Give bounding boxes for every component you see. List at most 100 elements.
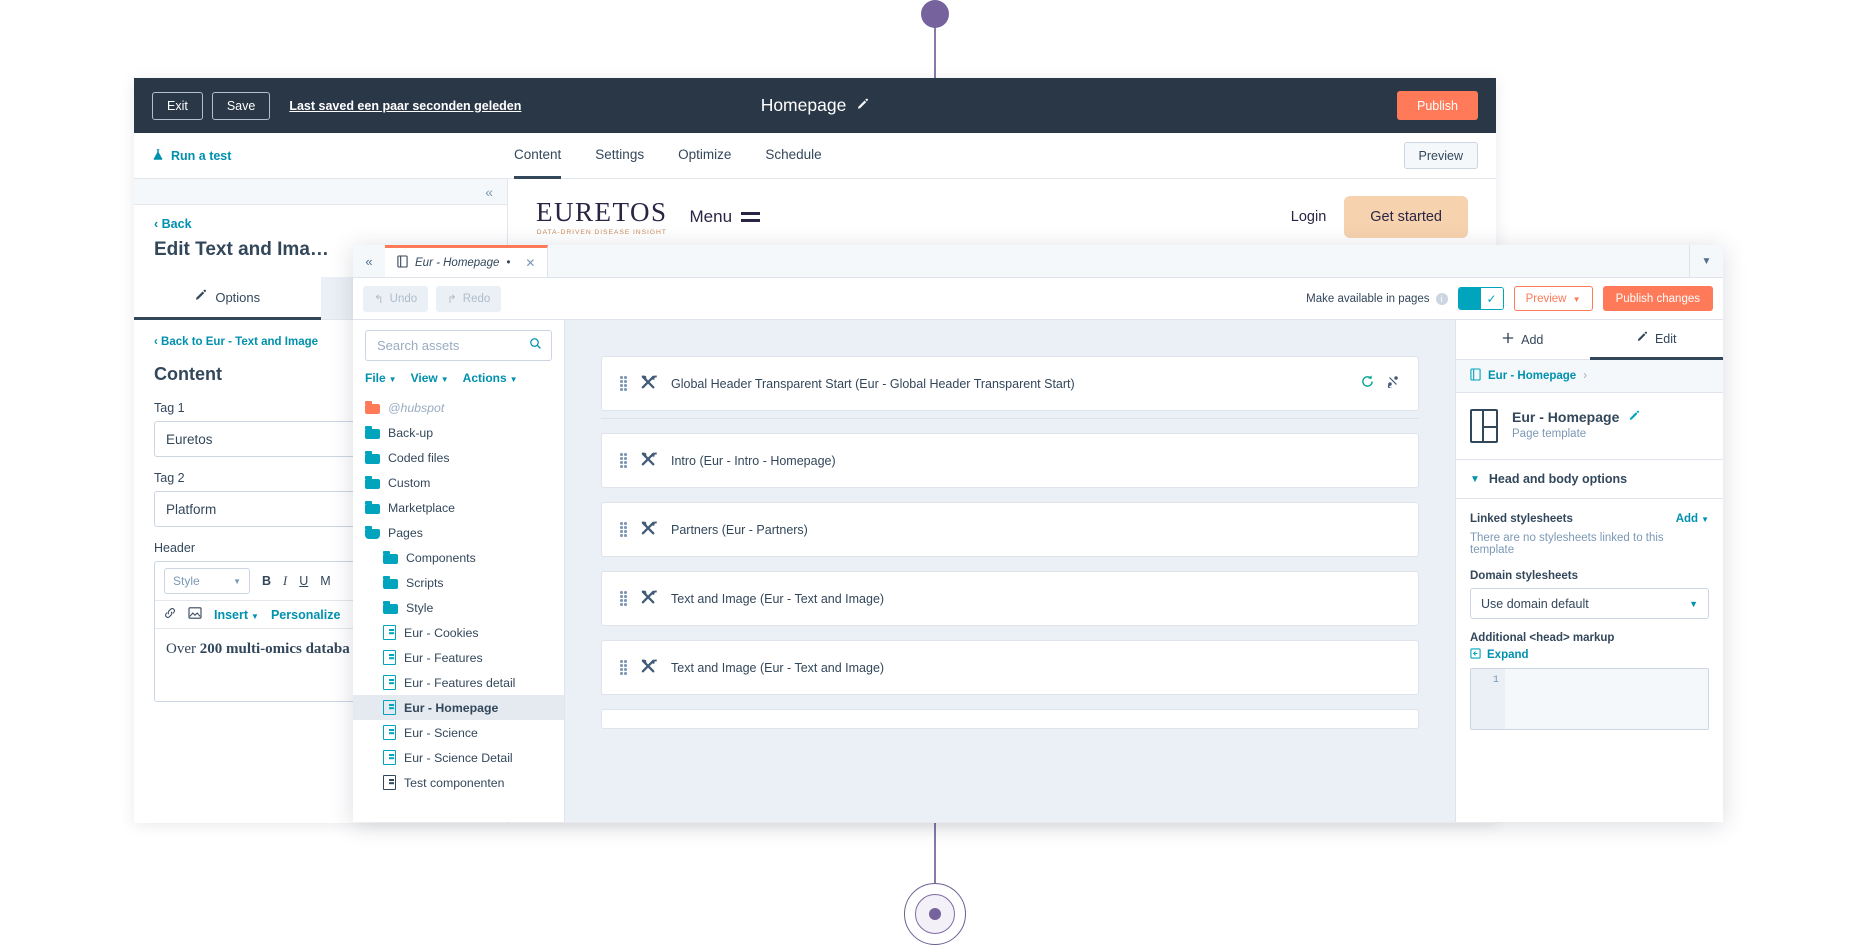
site-menu-button[interactable]: Menu — [690, 207, 761, 227]
module-label: Global Header Transparent Start (Eur - G… — [671, 376, 1075, 391]
domain-stylesheets-select[interactable]: Use domain default ▼ — [1470, 588, 1709, 619]
asset-tree-menus: File ▼ View ▼ Actions ▼ — [353, 371, 564, 395]
tree-item-coded-files[interactable]: Coded files — [353, 445, 564, 470]
design-manager-preview-button[interactable]: Preview ▼ — [1513, 286, 1593, 311]
tree-item-marketplace[interactable]: Marketplace — [353, 495, 564, 520]
asset-file-tree: File▼ View▼ Actions▼ @hubspot Back-up Co… — [353, 320, 565, 822]
module-row-partial[interactable] — [601, 709, 1419, 729]
tab-settings[interactable]: Settings — [595, 133, 644, 179]
rte-more-button[interactable]: M — [320, 574, 330, 588]
code-input-area[interactable] — [1505, 669, 1708, 729]
rte-style-select[interactable]: Style ▼ — [164, 568, 250, 594]
drag-handle-icon[interactable] — [620, 376, 627, 391]
sidebar-collapse-button[interactable]: « — [134, 179, 507, 205]
template-card: Eur - Homepage Page template — [1456, 393, 1723, 460]
menu-file[interactable]: File ▼ — [365, 371, 397, 385]
tab-optimize[interactable]: Optimize — [678, 133, 731, 179]
module-row-partners[interactable]: Partners (Eur - Partners) — [601, 502, 1419, 557]
module-row-text-and-image-2[interactable]: Text and Image (Eur - Text and Image) — [601, 640, 1419, 695]
preview-button[interactable]: Preview — [1403, 142, 1478, 169]
tab-schedule[interactable]: Schedule — [765, 133, 821, 179]
chevron-down-icon[interactable]: ▼ — [1689, 245, 1723, 277]
pencil-icon[interactable] — [856, 98, 869, 114]
refresh-icon[interactable] — [1361, 374, 1374, 393]
tree-item-label: Eur - Science Detail — [404, 750, 513, 765]
exit-button[interactable]: Exit — [152, 91, 203, 120]
rte-underline-button[interactable]: U — [299, 574, 308, 588]
tabbar-filler — [548, 245, 1689, 277]
euretos-logo[interactable]: EURETOS DATA-DRIVEN DISEASE INSIGHT — [536, 198, 668, 236]
expand-head-markup-button[interactable]: Expand — [1470, 648, 1709, 662]
tree-item-eur-features-detail[interactable]: Eur - Features detail — [353, 670, 564, 695]
tree-item-scripts[interactable]: Scripts — [353, 570, 564, 595]
publish-changes-button[interactable]: Publish changes — [1602, 286, 1713, 311]
last-saved-status[interactable]: Last saved een paar seconden geleden — [289, 99, 521, 113]
tree-item-components[interactable]: Components — [353, 545, 564, 570]
tree-item-eur-cookies[interactable]: Eur - Cookies — [353, 620, 564, 645]
inspector-tab-add[interactable]: Add — [1456, 320, 1590, 359]
inspector-tabs: Add Edit — [1456, 320, 1723, 360]
menu-view[interactable]: View ▼ — [411, 371, 449, 385]
inspector-tab-edit[interactable]: Edit — [1589, 320, 1723, 360]
screenshot-stage: Exit Save Last saved een paar seconden g… — [0, 0, 1870, 946]
get-started-button[interactable]: Get started — [1344, 196, 1468, 238]
tree-item-style[interactable]: Style — [353, 595, 564, 620]
template-card-title-row: Eur - Homepage — [1512, 409, 1640, 425]
unlink-icon[interactable] — [1386, 374, 1400, 393]
publish-button[interactable]: Publish — [1397, 91, 1478, 120]
tree-item-label: Custom — [388, 475, 431, 490]
folder-icon — [365, 401, 380, 414]
save-button[interactable]: Save — [211, 91, 271, 120]
module-row-text-and-image-1[interactable]: Text and Image (Eur - Text and Image) — [601, 571, 1419, 626]
tree-item-hubspot[interactable]: @hubspot — [353, 395, 564, 420]
module-icon — [640, 451, 659, 470]
drag-handle-icon[interactable] — [620, 522, 627, 537]
search-icon[interactable] — [529, 337, 542, 355]
chevron-down-icon: ▼ — [1689, 598, 1698, 609]
module-row-global-header[interactable]: Global Header Transparent Start (Eur - G… — [601, 356, 1419, 411]
tree-item-eur-homepage[interactable]: Eur - Homepage — [353, 695, 564, 720]
drag-handle-icon[interactable] — [620, 453, 627, 468]
tree-item-custom[interactable]: Custom — [353, 470, 564, 495]
drag-handle-icon[interactable] — [620, 660, 627, 675]
tree-item-eur-science-detail[interactable]: Eur - Science Detail — [353, 745, 564, 770]
tree-item-pages[interactable]: Pages — [353, 520, 564, 545]
make-available-toggle[interactable]: ✓ — [1457, 287, 1504, 310]
redo-button[interactable]: ↱ Redo — [436, 285, 502, 312]
add-stylesheet-menu[interactable]: Add ▼ — [1676, 513, 1709, 525]
sidebar-back-link[interactable]: ‹ Back — [154, 217, 487, 231]
callout-target-ring — [915, 894, 955, 934]
search-input[interactable] — [375, 337, 517, 354]
link-icon[interactable] — [164, 607, 176, 622]
run-a-test-button[interactable]: Run a test — [152, 148, 231, 164]
head-markup-code-editor[interactable]: 1 — [1470, 668, 1709, 730]
close-icon[interactable]: ✕ — [525, 256, 535, 270]
tree-item-back-up[interactable]: Back-up — [353, 420, 564, 445]
rte-personalize-menu[interactable]: Personalize — [271, 608, 340, 622]
rte-italic-button[interactable]: I — [283, 574, 287, 589]
menu-actions-label: Actions — [462, 371, 507, 385]
menu-actions[interactable]: Actions ▼ — [463, 371, 518, 385]
design-manager-file-tab[interactable]: Eur - Homepage • ✕ — [385, 245, 549, 277]
tree-item-eur-features[interactable]: Eur - Features — [353, 645, 564, 670]
asset-search-box[interactable] — [365, 330, 552, 361]
tree-item-test-componenten[interactable]: Test componenten — [353, 770, 564, 795]
info-icon[interactable]: i — [1435, 292, 1448, 305]
rte-insert-menu[interactable]: Insert ▼ — [214, 608, 259, 622]
design-manager-collapse-button[interactable]: « — [353, 245, 385, 277]
undo-button[interactable]: ↰ Undo — [363, 285, 429, 312]
sidebar-tab-options[interactable]: Options — [134, 277, 321, 320]
head-and-body-options-section[interactable]: ▼ Head and body options — [1456, 460, 1723, 499]
pencil-icon[interactable] — [1628, 409, 1640, 425]
module-label: Intro (Eur - Intro - Homepage) — [671, 453, 836, 468]
breadcrumb[interactable]: Eur - Homepage › — [1456, 360, 1723, 393]
image-icon[interactable] — [188, 607, 202, 622]
tree-item-label: Marketplace — [388, 500, 455, 515]
rte-bold-button[interactable]: B — [262, 574, 271, 588]
drag-handle-icon[interactable] — [620, 591, 627, 606]
tree-item-eur-science[interactable]: Eur - Science — [353, 720, 564, 745]
tab-content[interactable]: Content — [514, 133, 562, 179]
tree-item-label: Eur - Cookies — [404, 625, 479, 640]
site-login-link[interactable]: Login — [1291, 209, 1326, 225]
module-row-intro[interactable]: Intro (Eur - Intro - Homepage) — [601, 433, 1419, 488]
